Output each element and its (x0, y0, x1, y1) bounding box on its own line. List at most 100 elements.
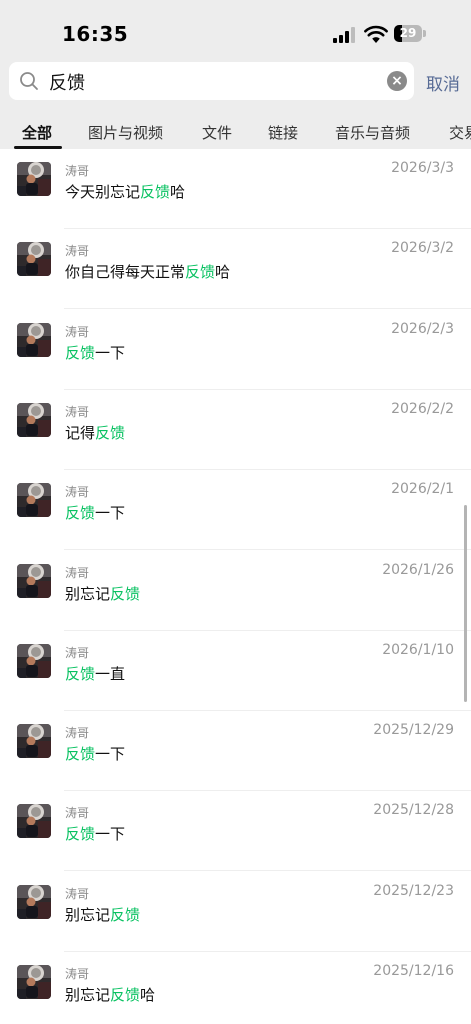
message-text-before: 别忘记 (65, 986, 111, 1004)
message-text: 反馈一下 (65, 823, 125, 844)
scrollbar[interactable] (464, 505, 467, 702)
keyword-highlight: 反馈 (65, 745, 96, 764)
result-row[interactable]: 涛哥 2025/12/23 别忘记反馈 (0, 872, 471, 952)
sender-name: 涛哥 (65, 164, 90, 178)
message-text-after: 一下 (95, 504, 126, 523)
tab-files[interactable]: 文件 (202, 122, 232, 143)
message-text: 今天别忘记反馈哈 (65, 181, 185, 202)
result-row[interactable]: 涛哥 2026/1/10 反馈一直 (0, 631, 471, 711)
message-text-after: 一下 (95, 825, 126, 844)
message-text-after: 一直 (95, 664, 126, 683)
avatar (17, 162, 51, 196)
status-time: 16:35 (62, 22, 129, 46)
message-date: 2025/12/23 (373, 882, 454, 899)
avatar (17, 884, 51, 919)
result-row[interactable]: 涛哥 2026/3/2 你自己得每天正常反馈哈 (0, 229, 471, 310)
search-icon (20, 72, 38, 90)
message-date: 2026/1/10 (382, 641, 454, 658)
cancel-button[interactable]: 取消 (426, 70, 460, 95)
message-date: 2026/1/26 (382, 561, 454, 578)
sender-name: 涛哥 (65, 565, 90, 580)
message-text: 别忘记反馈 (65, 583, 140, 604)
top-bar: 16:35 29 反馈 × 取消 全部 图片与视频 文件 链接 音乐与音频 交 (0, 0, 471, 149)
keyword-highlight: 反馈 (140, 183, 171, 201)
sender-name: 涛哥 (65, 726, 90, 741)
search-input[interactable]: 反馈 (49, 69, 85, 95)
cellular-signal-icon (333, 27, 357, 43)
avatar (17, 563, 51, 598)
message-text-after: 一下 (95, 745, 126, 764)
message-text-after: 哈 (140, 986, 156, 1004)
result-row[interactable]: 涛哥 2026/3/3 今天别忘记反馈哈 (0, 149, 471, 229)
message-text-before: 你自己得每天正常 (65, 263, 186, 282)
message-text-before: 今天别忘记 (65, 183, 141, 201)
tab-links[interactable]: 链接 (268, 122, 298, 143)
search-bar[interactable]: 反馈 × (9, 62, 414, 100)
keyword-highlight: 反馈 (65, 343, 96, 362)
category-tabs: 全部 图片与视频 文件 链接 音乐与音频 交易 (0, 116, 471, 149)
status-bar: 16:35 29 (0, 0, 471, 60)
message-date: 2026/3/3 (391, 160, 454, 176)
result-row[interactable]: 涛哥 2026/2/1 反馈一下 (0, 470, 471, 551)
keyword-highlight: 反馈 (95, 423, 126, 442)
message-text: 别忘记反馈哈 (65, 984, 155, 1005)
battery-icon: 29 (394, 25, 428, 42)
message-date: 2025/12/28 (373, 802, 454, 819)
tab-all[interactable]: 全部 (22, 122, 52, 143)
result-row[interactable]: 涛哥 2025/12/29 反馈一下 (0, 711, 471, 792)
sender-name: 涛哥 (65, 324, 90, 339)
message-text: 反馈一下 (65, 342, 125, 363)
avatar (17, 724, 51, 759)
result-row[interactable]: 涛哥 2026/2/3 反馈一下 (0, 310, 471, 390)
avatar (17, 804, 51, 839)
keyword-highlight: 反馈 (110, 986, 141, 1004)
message-date: 2025/12/16 (373, 963, 454, 979)
message-text-before: 别忘记 (65, 905, 111, 924)
sender-name: 涛哥 (65, 645, 90, 660)
clear-search-icon[interactable]: × (387, 71, 407, 91)
avatar (17, 483, 51, 518)
keyword-highlight: 反馈 (185, 263, 216, 282)
message-text-before: 记得 (65, 423, 96, 442)
keyword-highlight: 反馈 (110, 905, 141, 924)
result-row[interactable]: 涛哥 2026/2/2 记得反馈 (0, 390, 471, 470)
message-text-after: 哈 (215, 263, 231, 282)
result-row[interactable]: 涛哥 2025/12/28 反馈一下 (0, 791, 471, 872)
sender-name: 涛哥 (65, 967, 90, 981)
search-results-list: 涛哥 2026/3/3 今天别忘记反馈哈 涛哥 2026/3/2 你自己得每天正… (0, 149, 471, 1024)
tab-images-videos[interactable]: 图片与视频 (88, 122, 163, 143)
message-text: 反馈一下 (65, 502, 125, 523)
sender-name: 涛哥 (65, 886, 90, 901)
message-text: 反馈一下 (65, 743, 125, 764)
message-date: 2026/2/3 (391, 320, 454, 337)
wifi-icon (364, 25, 388, 43)
message-text: 你自己得每天正常反馈哈 (65, 261, 230, 282)
avatar (17, 965, 51, 999)
message-text-after: 一下 (95, 343, 126, 362)
sender-name: 涛哥 (65, 404, 90, 419)
sender-name: 涛哥 (65, 244, 90, 259)
avatar (17, 643, 51, 678)
message-text-after: 哈 (170, 183, 186, 201)
message-date: 2026/2/1 (391, 481, 454, 498)
tab-music-audio[interactable]: 音乐与音频 (335, 122, 410, 143)
message-text: 记得反馈 (65, 422, 125, 443)
message-text-before: 别忘记 (65, 584, 111, 603)
message-text: 反馈一直 (65, 663, 125, 684)
result-row[interactable]: 涛哥 2025/12/16 别忘记反馈哈 (0, 952, 471, 1024)
keyword-highlight: 反馈 (65, 664, 96, 683)
avatar (17, 402, 51, 437)
sender-name: 涛哥 (65, 485, 90, 500)
keyword-highlight: 反馈 (65, 825, 96, 844)
result-row[interactable]: 涛哥 2026/1/26 别忘记反馈 (0, 551, 471, 631)
sender-name: 涛哥 (65, 806, 90, 821)
message-date: 2026/2/2 (391, 400, 454, 417)
message-text: 别忘记反馈 (65, 904, 140, 925)
battery-level: 29 (399, 26, 417, 40)
keyword-highlight: 反馈 (65, 504, 96, 523)
avatar (17, 322, 51, 357)
tab-transactions[interactable]: 交易 (449, 122, 471, 143)
message-date: 2026/3/2 (391, 240, 454, 257)
keyword-highlight: 反馈 (110, 584, 141, 603)
message-date: 2025/12/29 (373, 722, 454, 739)
